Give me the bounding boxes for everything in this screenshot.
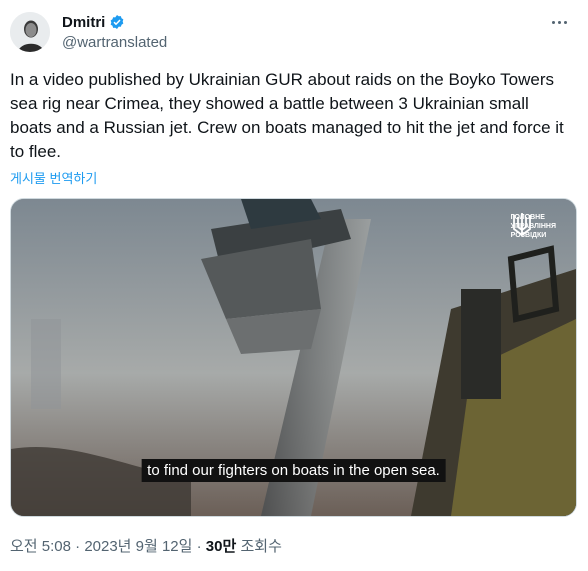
post-date[interactable]: 2023년 9월 12일 — [84, 538, 192, 555]
views-label: 조회수 — [236, 538, 282, 555]
tweet-text: In a video published by Ukrainian GUR ab… — [10, 70, 564, 161]
verified-badge-icon — [109, 14, 125, 30]
tweet-header: Dmitri @wartranslated — [10, 10, 578, 56]
more-options-icon[interactable] — [548, 12, 572, 32]
avatar-portrait-icon — [10, 12, 50, 52]
translate-post-link[interactable]: 게시물 번역하기 — [10, 168, 97, 187]
display-name[interactable]: Dmitri — [62, 14, 105, 31]
avatar[interactable] — [10, 12, 50, 52]
meta-separator: · — [192, 538, 206, 555]
post-time[interactable]: 오전 5:08 — [10, 538, 71, 555]
trident-icon — [512, 213, 531, 237]
views-count: 30만 — [205, 538, 237, 555]
tweet-meta: 오전 5:08 · 2023년 9월 12일 · 30만 조회수 — [10, 535, 282, 556]
video-media[interactable]: ГОЛОВНЕ УПРАВЛІННЯ РОЗВІДКИ to find our … — [10, 198, 577, 517]
video-subtitle: to find our fighters on boats in the ope… — [141, 459, 446, 482]
handle[interactable]: @wartranslated — [62, 34, 167, 51]
gur-watermark: ГОЛОВНЕ УПРАВЛІННЯ РОЗВІДКИ — [511, 213, 556, 240]
meta-separator: · — [70, 538, 85, 555]
